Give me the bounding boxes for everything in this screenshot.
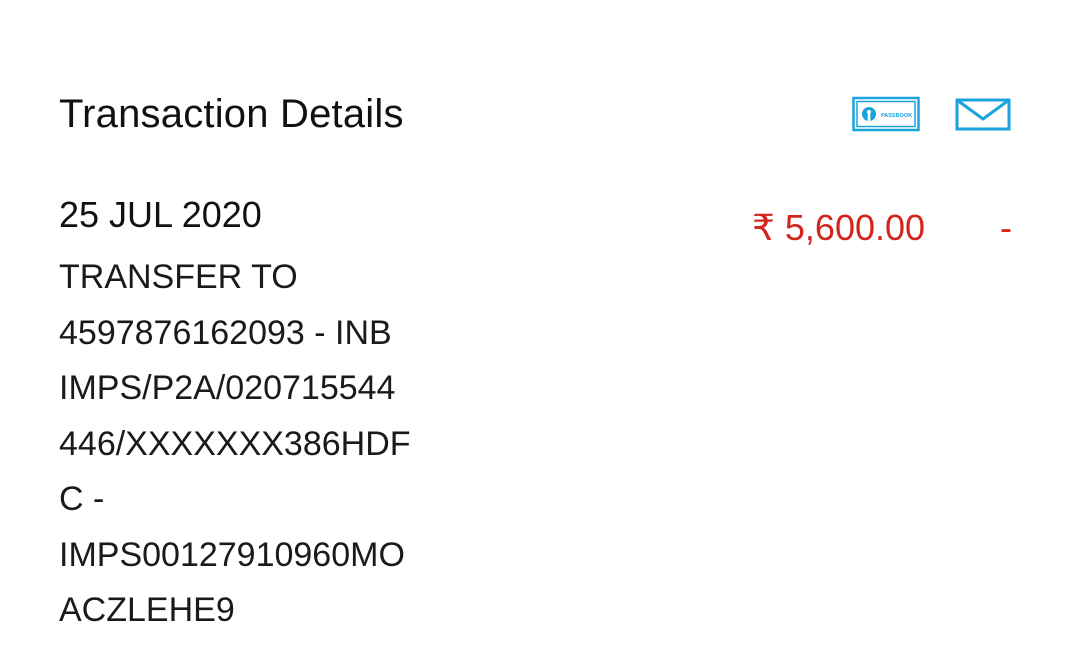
description-line: ACZLEHE9 bbox=[59, 591, 235, 629]
description-line: TRANSFER TO bbox=[59, 258, 298, 296]
description-line: C - bbox=[59, 480, 105, 518]
description-line: IMPS/P2A/020715544 bbox=[59, 369, 396, 407]
passbook-button[interactable]: PASSBOOK bbox=[852, 96, 920, 132]
page-title: Transaction Details bbox=[59, 92, 404, 136]
description-line: 4597876162093 - INB bbox=[59, 313, 392, 352]
description-line: 446/XXXXXXX386HDF bbox=[59, 424, 411, 463]
description-line: IMPS00127910960MO bbox=[59, 535, 405, 574]
transaction-date: 25 JUL 2020 bbox=[59, 194, 262, 235]
mail-button[interactable] bbox=[955, 96, 1011, 132]
mail-icon bbox=[955, 98, 1011, 131]
passbook-icon-label: PASSBOOK bbox=[881, 113, 912, 119]
transaction-description: TRANSFER TO 4597876162093 - INB IMPS/P2A… bbox=[59, 250, 459, 639]
passbook-icon: PASSBOOK bbox=[852, 96, 920, 132]
transaction-amount: ₹ 5,600.00 bbox=[752, 207, 926, 248]
transaction-type-indicator: - bbox=[1000, 207, 1012, 248]
